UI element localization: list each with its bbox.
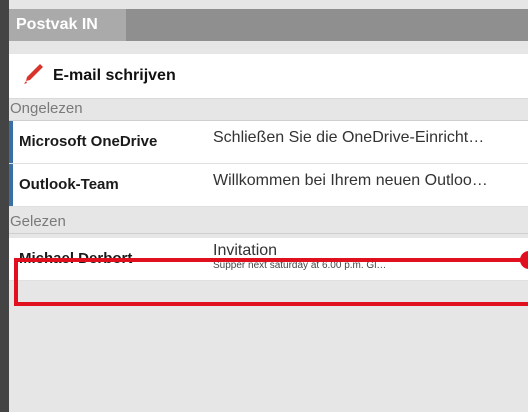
compose-email-label: E-mail schrijven: [53, 67, 176, 84]
message-row[interactable]: Outlook-Team Willkommen bei Ihrem neuen …: [9, 164, 528, 207]
folder-title-inbox[interactable]: Postvak IN: [9, 9, 126, 41]
message-preview: Supper next saturday at 6.00 p.m. Gl…: [213, 260, 387, 271]
pen-icon: [24, 64, 43, 84]
message-subject: Invitation: [213, 242, 278, 259]
message-subject: Schließen Sie die OneDrive-Einricht…: [213, 129, 485, 146]
message-sender: Outlook-Team: [19, 176, 119, 193]
message-sender: Michael Derbort: [19, 250, 133, 267]
mail-app-screen: Postvak IN E-mail schrijven Ongelezen Mi…: [9, 0, 528, 412]
unread-marker: [9, 164, 13, 206]
message-sender: Microsoft OneDrive: [19, 133, 158, 150]
message-subject: Willkommen bei Ihrem neuen Outloo…: [213, 172, 488, 189]
unread-marker: [9, 121, 13, 163]
message-row-selected[interactable]: Michael Derbort Invitation Supper next s…: [9, 238, 528, 281]
title-bar: Postvak IN: [9, 9, 528, 41]
section-header-read: Gelezen: [9, 211, 528, 234]
message-row[interactable]: Microsoft OneDrive Schließen Sie die One…: [9, 121, 528, 164]
compose-email-button[interactable]: E-mail schrijven: [9, 54, 528, 99]
section-header-unread: Ongelezen: [9, 98, 528, 121]
